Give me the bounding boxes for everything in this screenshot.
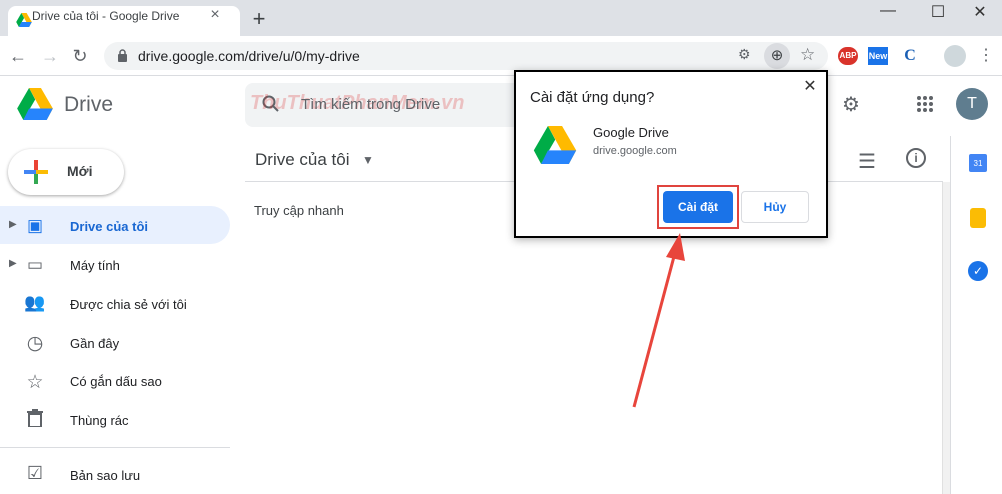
new-tab-button[interactable]: +	[248, 6, 270, 32]
scrollbar[interactable]	[942, 182, 950, 494]
install-app-icon[interactable]: ⊕	[764, 43, 790, 69]
google-drive-app-icon	[533, 126, 577, 164]
sidebar-item-trash[interactable]: Thùng rác	[70, 413, 129, 428]
c-extension-icon[interactable]: C	[900, 47, 920, 65]
new-extension-icon[interactable]: New	[868, 47, 888, 65]
new-button-label: Mới	[67, 163, 93, 179]
dialog-close-icon[interactable]: ✕	[802, 76, 818, 96]
side-panel	[950, 136, 1002, 494]
tasks-icon[interactable]: ✓	[968, 261, 988, 281]
drive-title: Drive	[64, 93, 114, 116]
forward-icon[interactable]: →	[40, 46, 60, 67]
info-icon[interactable]: i	[906, 148, 926, 168]
close-window-button[interactable]: ✕	[960, 2, 1000, 22]
sidebar-item-computers[interactable]: Máy tính	[70, 258, 120, 273]
app-url: drive.google.com	[593, 145, 677, 157]
plus-icon	[24, 160, 48, 184]
clock-icon: ◷	[26, 333, 44, 354]
cancel-button[interactable]: Hủy	[741, 191, 809, 223]
list-view-icon[interactable]: ☰	[858, 149, 876, 174]
cookie-blocked-icon[interactable]: ⚙	[738, 46, 751, 63]
calendar-icon[interactable]: 31	[969, 154, 987, 172]
sidebar-item-backups[interactable]: Bản sao lưu	[70, 468, 140, 483]
back-icon[interactable]: ←	[8, 46, 28, 67]
star-icon: ☆	[26, 372, 44, 393]
sidebar-item-my-drive[interactable]: Drive của tôi	[70, 219, 148, 234]
reload-icon[interactable]: ↻	[70, 46, 90, 67]
drive-logo-icon	[17, 88, 53, 120]
app-name: Google Drive	[593, 125, 669, 140]
keep-icon[interactable]	[970, 208, 986, 228]
bookmark-star-icon[interactable]: ☆	[800, 45, 815, 65]
shared-icon: 👥	[24, 293, 46, 312]
sidebar-item-starred[interactable]: Có gắn dấu sao	[70, 374, 162, 389]
sidebar-divider	[0, 447, 230, 448]
search-input[interactable]: Tìm kiếm trong Drive	[301, 96, 440, 113]
dialog-title: Cài đặt ứng dụng?	[530, 89, 655, 106]
expand-caret-icon[interactable]: ▶	[9, 219, 17, 230]
apps-grid-icon[interactable]	[916, 95, 934, 113]
trash-icon	[27, 409, 43, 427]
account-avatar[interactable]: T	[956, 88, 988, 120]
quick-access-heading: Truy cập nhanh	[254, 203, 344, 218]
adblock-extension-icon[interactable]: ABP	[838, 47, 858, 65]
backup-icon: ☑	[26, 463, 44, 483]
expand-caret-icon[interactable]: ▶	[9, 258, 17, 269]
minimize-button[interactable]: —	[868, 2, 908, 20]
url-text[interactable]: drive.google.com/drive/u/0/my-drive	[138, 48, 360, 64]
menu-dots-icon[interactable]: ⋮	[978, 45, 994, 65]
annotation-arrow	[632, 233, 685, 408]
lock-icon	[118, 49, 127, 62]
my-drive-icon: ▣	[26, 216, 44, 235]
tab-close-icon[interactable]: ×	[206, 6, 224, 24]
install-button[interactable]: Cài đặt	[663, 191, 733, 223]
maximize-button[interactable]: ☐	[918, 2, 958, 22]
sidebar-item-recent[interactable]: Gần đây	[70, 336, 119, 351]
chevron-down-icon[interactable]: ▼	[362, 153, 374, 167]
sidebar-item-shared[interactable]: Được chia sẻ với tôi	[70, 297, 187, 312]
breadcrumb-my-drive[interactable]: Drive của tôi	[255, 150, 349, 170]
profile-avatar-icon[interactable]	[944, 45, 966, 67]
computer-icon: ▭	[26, 255, 44, 274]
drive-favicon-icon	[16, 13, 32, 27]
settings-gear-icon[interactable]: ⚙	[842, 92, 860, 117]
tab-title: Drive của tôi - Google Drive	[32, 9, 180, 23]
